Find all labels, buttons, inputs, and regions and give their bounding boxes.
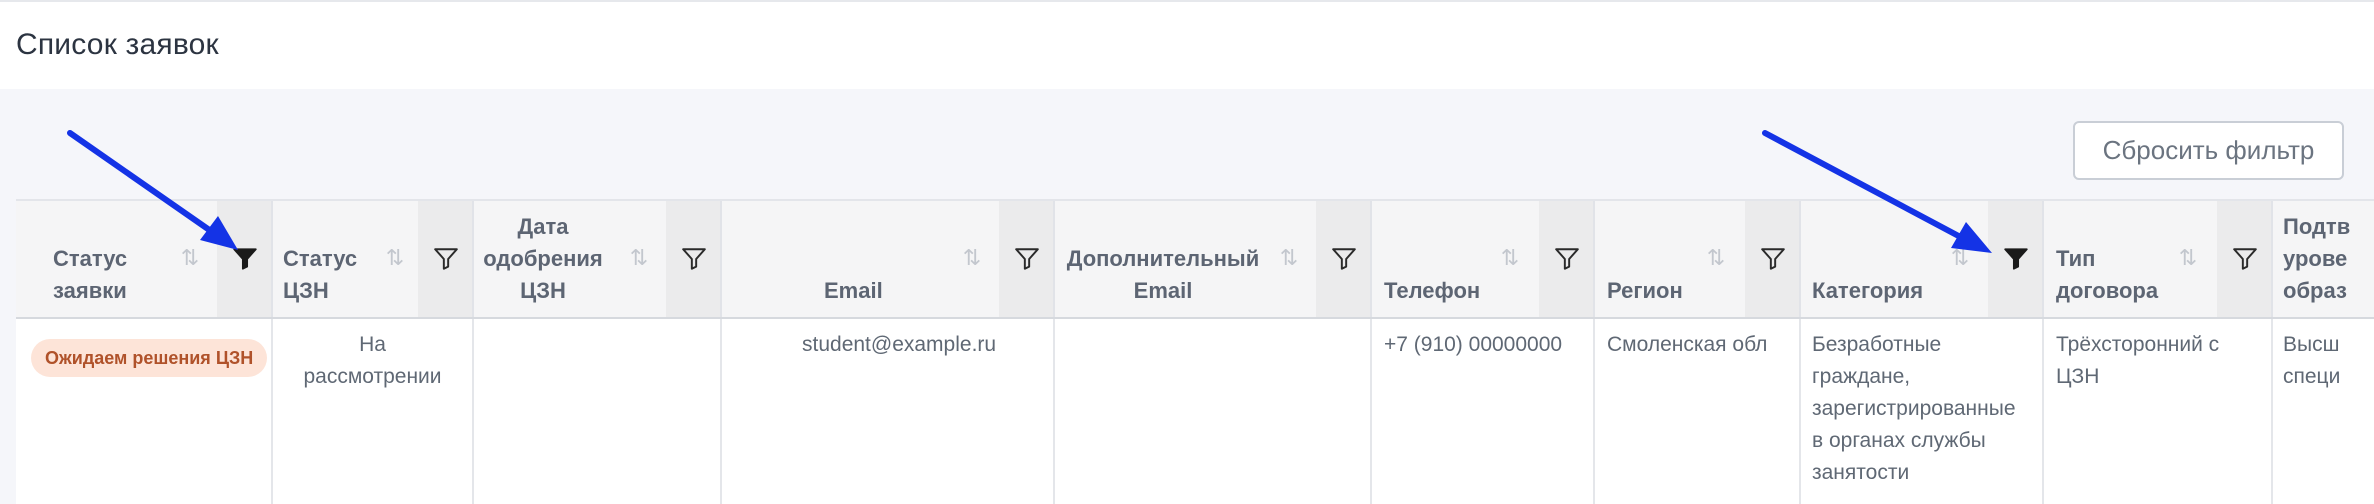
sort-arrows-icon[interactable]: ⇅ (1499, 245, 1521, 271)
column-header-category[interactable]: Категория ⇅ (1801, 201, 2044, 317)
filter-funnel-icon (682, 248, 706, 270)
cell-category: Безработные граждане, зарегистрированные в … (1801, 319, 2044, 504)
cell-confirmation: Высш специ (2283, 333, 2341, 388)
sort-arrows-icon[interactable]: ⇅ (961, 245, 983, 271)
cell-czn-status: На рассмотрении (273, 319, 474, 504)
column-label: Дополнительный Email (1066, 246, 1260, 303)
sort-arrows-icon[interactable]: ⇅ (1278, 245, 1300, 271)
filter-button[interactable] (217, 201, 271, 317)
sort-arrows-icon[interactable]: ⇅ (1705, 245, 1727, 271)
sort-arrows-icon[interactable]: ⇅ (2177, 245, 2199, 271)
column-label: Телефон (1384, 278, 1481, 303)
column-header-phone[interactable]: Телефон ⇅ (1372, 201, 1595, 317)
column-label: Категория (1812, 278, 1924, 303)
filter-button[interactable] (1988, 201, 2042, 317)
column-label: Email (824, 278, 883, 303)
column-label: Подтв урове образ (2283, 214, 2351, 303)
filter-funnel-icon (1332, 248, 1356, 270)
filter-button[interactable] (1745, 201, 1799, 317)
table-header-row: Статус заявки ⇅ Статус ЦЗН ⇅ Дата одобрения… (16, 199, 2374, 319)
table-row[interactable]: Ожидаем решения ЦЗН На рассмотрении stude… (16, 319, 2374, 504)
reset-filter-button[interactable]: Сбросить фильтр (2073, 121, 2344, 180)
filter-funnel-icon (1555, 248, 1579, 270)
sort-arrows-icon[interactable]: ⇅ (384, 245, 406, 271)
sort-arrows-icon[interactable]: ⇅ (179, 245, 201, 271)
cell-approval-date (474, 319, 722, 504)
filter-button[interactable] (666, 201, 720, 317)
column-label: Статус заявки (53, 246, 128, 303)
filter-button[interactable] (2217, 201, 2271, 317)
cell-contract-type: Трёхсторонний с ЦЗН (2044, 319, 2273, 504)
applications-table: Статус заявки ⇅ Статус ЦЗН ⇅ Дата одобрения… (16, 199, 2374, 504)
cell-phone: +7 (910) 00000000 (1372, 319, 1595, 504)
column-header-email[interactable]: Email ⇅ (722, 201, 1055, 317)
sort-arrows-icon[interactable]: ⇅ (628, 245, 650, 271)
column-header-additional-email[interactable]: Дополнительный Email ⇅ (1055, 201, 1372, 317)
column-header-approval-date[interactable]: Дата одобрения ЦЗН ⇅ (474, 201, 722, 317)
cell-email: student@example.ru (722, 319, 1055, 504)
sort-arrows-icon[interactable]: ⇅ (1949, 245, 1971, 271)
page-title: Список заявок (16, 28, 219, 61)
filter-funnel-icon (2004, 248, 2028, 270)
filter-button[interactable] (1316, 201, 1370, 317)
filter-button[interactable] (1539, 201, 1593, 317)
column-header-contract-type[interactable]: Тип договора ⇅ (2044, 201, 2273, 317)
cell-region: Смоленская обл (1595, 319, 1801, 504)
filter-funnel-icon (434, 248, 458, 270)
column-header-region[interactable]: Регион ⇅ (1595, 201, 1801, 317)
filter-funnel-icon (1015, 248, 1039, 270)
column-header-application-status[interactable]: Статус заявки ⇅ (16, 201, 273, 317)
column-label: Дата одобрения ЦЗН (483, 214, 603, 303)
cell-application-status: Ожидаем решения ЦЗН (16, 319, 273, 504)
top-divider (0, 0, 2374, 2)
column-label: Тип договора (2056, 246, 2159, 303)
filter-funnel-icon (233, 248, 257, 270)
filter-funnel-icon (2233, 248, 2257, 270)
filter-button[interactable] (418, 201, 472, 317)
filter-funnel-icon (1761, 248, 1785, 270)
column-header-confirmation[interactable]: Подтв урове образ (2273, 201, 2374, 317)
column-label: Регион (1607, 278, 1683, 303)
column-header-czn-status[interactable]: Статус ЦЗН ⇅ (273, 201, 474, 317)
status-badge: Ожидаем решения ЦЗН (31, 339, 268, 377)
cell-additional-email (1055, 319, 1372, 504)
filter-button[interactable] (999, 201, 1053, 317)
column-label: Статус ЦЗН (283, 246, 358, 303)
